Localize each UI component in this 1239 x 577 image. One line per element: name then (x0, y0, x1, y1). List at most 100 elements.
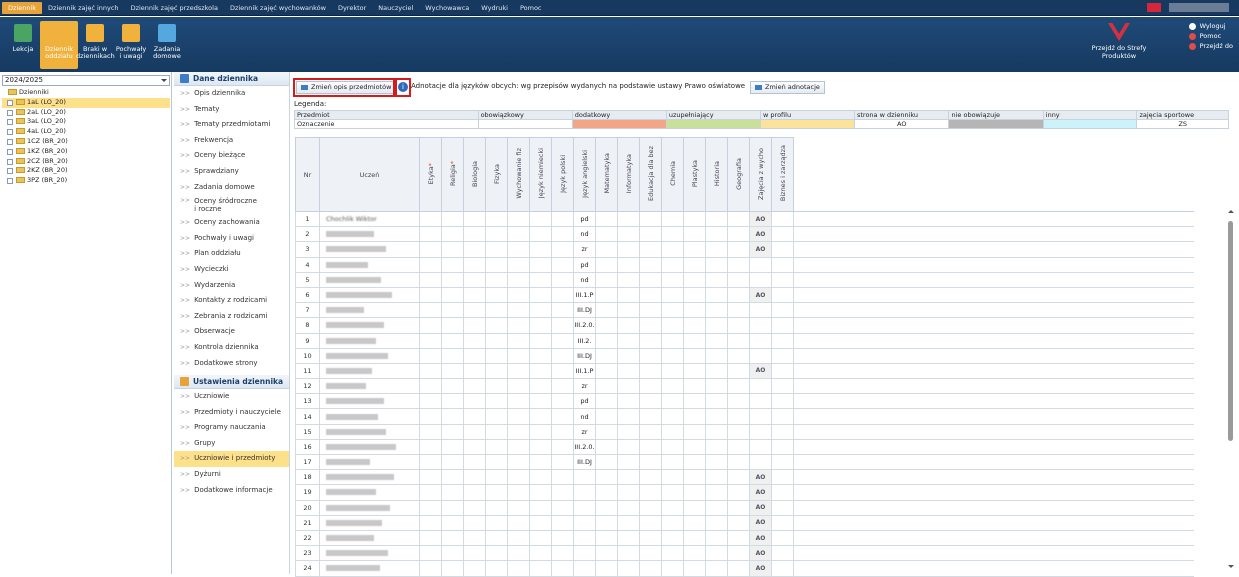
table-row[interactable]: 17 III.DJ (295, 453, 1194, 471)
subject-cell[interactable] (463, 302, 486, 319)
subject-cell[interactable] (705, 271, 728, 288)
column-header-subject[interactable]: Plastyka (683, 137, 706, 212)
subject-cell[interactable]: III.DJ (573, 453, 596, 471)
subject-cell[interactable] (661, 210, 684, 228)
subject-cell[interactable] (595, 332, 618, 349)
tree-item[interactable]: 1CZ (BR_20) (2, 137, 170, 147)
subject-cell[interactable] (529, 408, 552, 425)
student-name-cell[interactable] (319, 226, 420, 243)
subject-cell[interactable] (529, 241, 552, 258)
subject-cell[interactable] (727, 393, 750, 410)
subject-cell[interactable] (727, 332, 750, 349)
menu-item[interactable]: >> Dyżurni (174, 467, 289, 483)
tree-item[interactable]: 1KZ (BR_20) (2, 147, 170, 157)
subject-cell[interactable] (419, 332, 442, 349)
subject-cell[interactable] (529, 484, 552, 501)
subject-cell[interactable] (419, 453, 442, 471)
subject-cell[interactable]: pd (573, 256, 596, 273)
subject-cell[interactable] (507, 210, 530, 228)
subject-cell[interactable] (551, 469, 574, 486)
subject-cell[interactable] (727, 256, 750, 273)
subject-cell[interactable] (419, 256, 442, 273)
subject-cell[interactable] (771, 256, 794, 273)
subject-cell[interactable] (485, 378, 508, 395)
subject-cell[interactable] (441, 256, 464, 273)
subject-cell[interactable] (507, 317, 530, 334)
go-to-products-zone-button[interactable]: Przejdź do Strefy Produktów (1091, 23, 1147, 60)
subject-cell[interactable] (529, 499, 552, 516)
subject-cell[interactable] (529, 256, 552, 273)
menu-item-oceny-srodroczne[interactable]: >> Oceny śródroczne i roczne (174, 195, 289, 215)
subject-cell[interactable] (617, 226, 640, 243)
subject-cell[interactable] (485, 362, 508, 380)
subject-cell[interactable] (771, 332, 794, 349)
table-row[interactable]: 7 III.DJ (295, 302, 1194, 319)
ribbon-button[interactable]: Zadania domowe (148, 21, 186, 69)
subject-cell[interactable] (419, 529, 442, 547)
subject-cell[interactable]: AO (749, 210, 772, 228)
subject-cell[interactable] (727, 453, 750, 471)
subject-cell[interactable] (507, 408, 530, 425)
subject-cell[interactable] (595, 453, 618, 471)
subject-cell[interactable]: nd (573, 226, 596, 243)
student-name-cell[interactable] (319, 529, 420, 547)
subject-cell[interactable] (771, 514, 794, 531)
subject-cell[interactable] (419, 438, 442, 456)
subject-cell[interactable] (705, 378, 728, 395)
subject-cell[interactable] (441, 499, 464, 516)
subject-cell[interactable] (595, 302, 618, 319)
subject-cell[interactable] (661, 378, 684, 395)
subject-cell[interactable] (749, 256, 772, 273)
subject-cell[interactable] (727, 423, 750, 440)
student-name-cell[interactable] (319, 393, 420, 410)
subject-cell[interactable] (661, 241, 684, 258)
subject-cell[interactable] (683, 302, 706, 319)
subject-cell[interactable] (771, 469, 794, 486)
column-header-subject[interactable]: Biologia (463, 137, 486, 212)
subject-cell[interactable] (463, 241, 486, 258)
table-row[interactable]: 8 III.2.0. (295, 317, 1194, 334)
subject-cell[interactable] (485, 423, 508, 440)
subject-cell[interactable] (507, 332, 530, 349)
subject-cell[interactable] (485, 453, 508, 471)
subject-cell[interactable] (551, 286, 574, 304)
table-row[interactable]: 3 zr AO (295, 241, 1194, 258)
subject-cell[interactable]: AO (749, 484, 772, 501)
subject-cell[interactable] (683, 393, 706, 410)
subject-cell[interactable] (441, 226, 464, 243)
subject-cell[interactable] (617, 210, 640, 228)
scroll-up-icon[interactable] (1228, 207, 1234, 213)
scroll-down-icon[interactable] (1228, 565, 1234, 571)
subject-cell[interactable] (639, 438, 662, 456)
table-row[interactable]: 19 AO (295, 484, 1194, 501)
expand-icon[interactable] (7, 168, 13, 175)
student-name-cell[interactable] (319, 302, 420, 319)
subject-cell[interactable] (419, 499, 442, 516)
subject-cell[interactable] (595, 514, 618, 531)
subject-cell[interactable] (705, 393, 728, 410)
subject-cell[interactable] (419, 484, 442, 501)
subject-cell[interactable] (639, 256, 662, 273)
table-row[interactable]: 23 AO (295, 545, 1194, 562)
subject-cell[interactable] (639, 408, 662, 425)
subject-cell[interactable] (683, 271, 706, 288)
subject-cell[interactable] (639, 317, 662, 334)
subject-cell[interactable] (771, 423, 794, 440)
subject-cell[interactable] (463, 271, 486, 288)
tree-item[interactable]: 3PZ (BR_20) (2, 176, 170, 186)
subject-cell[interactable] (507, 226, 530, 243)
subject-cell[interactable] (551, 210, 574, 228)
table-row[interactable]: 5 nd (295, 271, 1194, 288)
subject-cell[interactable] (463, 514, 486, 531)
subject-cell[interactable] (463, 393, 486, 410)
subject-cell[interactable] (529, 210, 552, 228)
subject-cell[interactable] (573, 469, 596, 486)
subject-cell[interactable] (617, 545, 640, 562)
subject-cell[interactable] (617, 453, 640, 471)
student-name-cell[interactable] (319, 499, 420, 516)
subject-cell[interactable] (683, 347, 706, 364)
subject-cell[interactable] (705, 317, 728, 334)
subject-cell[interactable] (727, 241, 750, 258)
subject-cell[interactable] (485, 241, 508, 258)
table-row[interactable]: 10 III.DJ (295, 347, 1194, 364)
